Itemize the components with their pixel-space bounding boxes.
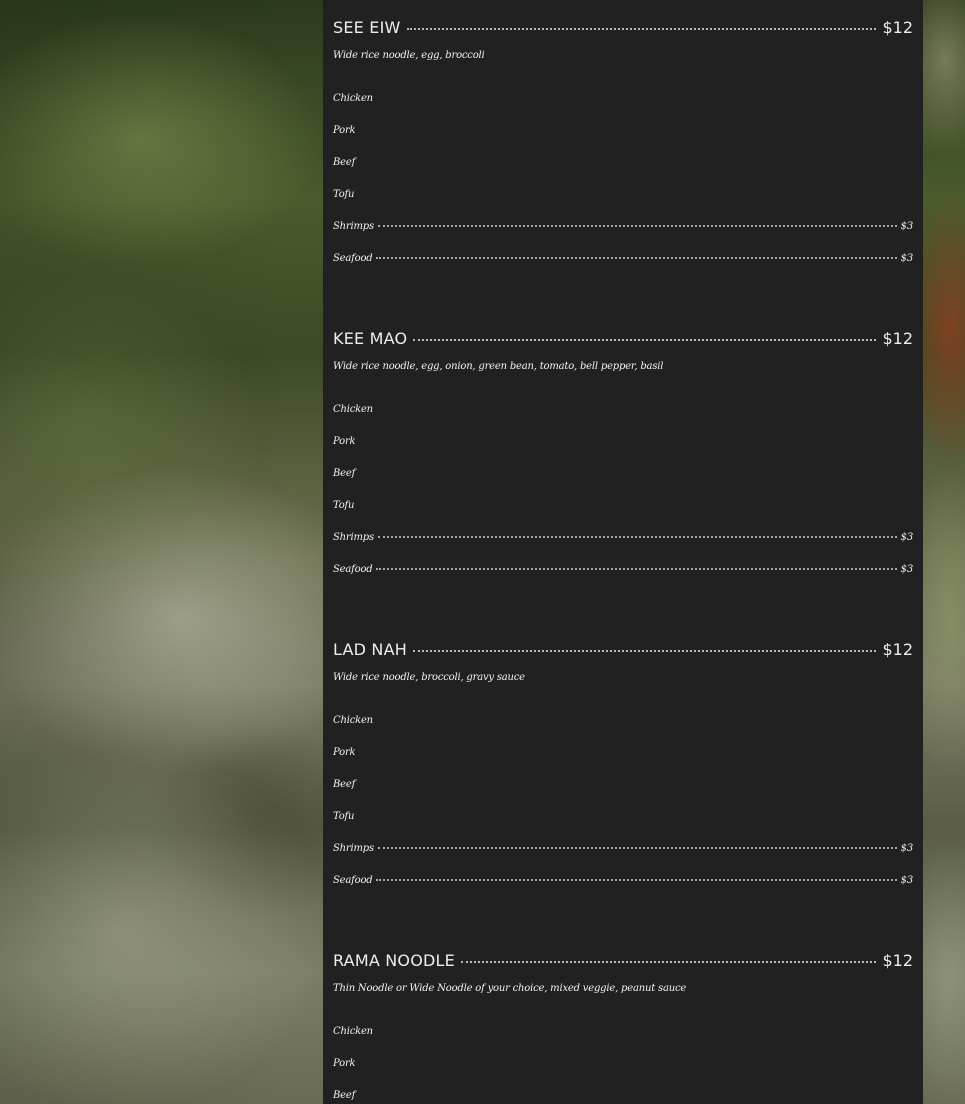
option-price: $3 bbox=[900, 253, 914, 264]
menu-panel: SEE EIW $12 Wide rice noodle, egg, brocc… bbox=[323, 0, 923, 1104]
option-label: Chicken bbox=[333, 715, 373, 726]
option-label: Pork bbox=[333, 747, 356, 758]
option-pork: Pork bbox=[333, 1058, 913, 1090]
option-label: Pork bbox=[333, 1058, 356, 1069]
menu-item-see-eiw: SEE EIW $12 Wide rice noodle, egg, brocc… bbox=[333, 18, 913, 285]
option-label: Seafood bbox=[333, 875, 373, 886]
option-list: Chicken Pork Beef Tofu Shrimps $3 Seafoo… bbox=[333, 404, 913, 596]
dot-leader bbox=[376, 567, 897, 570]
dish-header: KEE MAO $12 bbox=[333, 329, 913, 353]
option-label: Beef bbox=[333, 1090, 356, 1101]
dish-description: Wide rice noodle, egg, broccoli bbox=[333, 50, 485, 61]
option-label: Tofu bbox=[333, 500, 355, 511]
option-list: Chicken Pork Beef bbox=[333, 1026, 913, 1104]
option-shrimps: Shrimps $3 bbox=[333, 843, 913, 875]
dish-header: LAD NAH $12 bbox=[333, 640, 913, 664]
option-label: Beef bbox=[333, 779, 356, 790]
option-tofu: Tofu bbox=[333, 811, 913, 843]
option-label: Chicken bbox=[333, 1026, 373, 1037]
option-price: $3 bbox=[900, 564, 914, 575]
dish-description: Wide rice noodle, broccoli, gravy sauce bbox=[333, 672, 525, 683]
option-price: $3 bbox=[900, 221, 914, 232]
option-seafood: Seafood $3 bbox=[333, 564, 913, 596]
option-chicken: Chicken bbox=[333, 715, 913, 747]
option-label: Pork bbox=[333, 436, 356, 447]
option-label: Shrimps bbox=[333, 843, 374, 854]
dot-leader bbox=[406, 27, 877, 30]
dish-header: SEE EIW $12 bbox=[333, 18, 913, 42]
dish-name: SEE EIW bbox=[333, 18, 401, 37]
option-label: Seafood bbox=[333, 564, 373, 575]
option-price: $3 bbox=[900, 875, 914, 886]
option-beef: Beef bbox=[333, 779, 913, 811]
dish-price: $12 bbox=[882, 329, 913, 348]
option-chicken: Chicken bbox=[333, 404, 913, 436]
dot-leader bbox=[377, 846, 897, 849]
option-label: Seafood bbox=[333, 253, 373, 264]
dot-leader bbox=[376, 878, 897, 881]
dish-name: RAMA NOODLE bbox=[333, 951, 455, 970]
option-pork: Pork bbox=[333, 436, 913, 468]
dish-description: Thin Noodle or Wide Noodle of your choic… bbox=[333, 983, 687, 994]
dish-price: $12 bbox=[882, 951, 913, 970]
option-list: Chicken Pork Beef Tofu Shrimps $3 Seafoo… bbox=[333, 93, 913, 285]
option-beef: Beef bbox=[333, 1090, 913, 1104]
option-seafood: Seafood $3 bbox=[333, 253, 913, 285]
option-label: Shrimps bbox=[333, 221, 374, 232]
option-pork: Pork bbox=[333, 747, 913, 779]
option-price: $3 bbox=[900, 843, 914, 854]
option-label: Chicken bbox=[333, 404, 373, 415]
option-label: Tofu bbox=[333, 811, 355, 822]
option-label: Tofu bbox=[333, 189, 355, 200]
dot-leader bbox=[460, 960, 877, 963]
option-price: $3 bbox=[900, 532, 914, 543]
dot-leader bbox=[377, 535, 897, 538]
option-chicken: Chicken bbox=[333, 1026, 913, 1058]
dish-name: KEE MAO bbox=[333, 329, 408, 348]
dot-leader bbox=[376, 256, 897, 259]
dot-leader bbox=[413, 338, 877, 341]
dish-name: LAD NAH bbox=[333, 640, 407, 659]
option-label: Chicken bbox=[333, 93, 373, 104]
dish-description: Wide rice noodle, egg, onion, green bean… bbox=[333, 361, 664, 372]
option-beef: Beef bbox=[333, 157, 913, 189]
option-label: Beef bbox=[333, 468, 356, 479]
option-label: Beef bbox=[333, 157, 356, 168]
menu-item-lad-nah: LAD NAH $12 Wide rice noodle, broccoli, … bbox=[333, 640, 913, 907]
option-beef: Beef bbox=[333, 468, 913, 500]
dish-price: $12 bbox=[882, 18, 913, 37]
dish-price: $12 bbox=[882, 640, 913, 659]
option-tofu: Tofu bbox=[333, 500, 913, 532]
option-chicken: Chicken bbox=[333, 93, 913, 125]
option-pork: Pork bbox=[333, 125, 913, 157]
option-list: Chicken Pork Beef Tofu Shrimps $3 Seafoo… bbox=[333, 715, 913, 907]
dot-leader bbox=[412, 649, 877, 652]
dot-leader bbox=[377, 224, 897, 227]
menu-item-kee-mao: KEE MAO $12 Wide rice noodle, egg, onion… bbox=[333, 329, 913, 596]
option-shrimps: Shrimps $3 bbox=[333, 221, 913, 253]
option-seafood: Seafood $3 bbox=[333, 875, 913, 907]
option-label: Pork bbox=[333, 125, 356, 136]
option-shrimps: Shrimps $3 bbox=[333, 532, 913, 564]
menu-item-rama-noodle: RAMA NOODLE $12 Thin Noodle or Wide Nood… bbox=[333, 951, 913, 1104]
dish-header: RAMA NOODLE $12 bbox=[333, 951, 913, 975]
option-tofu: Tofu bbox=[333, 189, 913, 221]
option-label: Shrimps bbox=[333, 532, 374, 543]
